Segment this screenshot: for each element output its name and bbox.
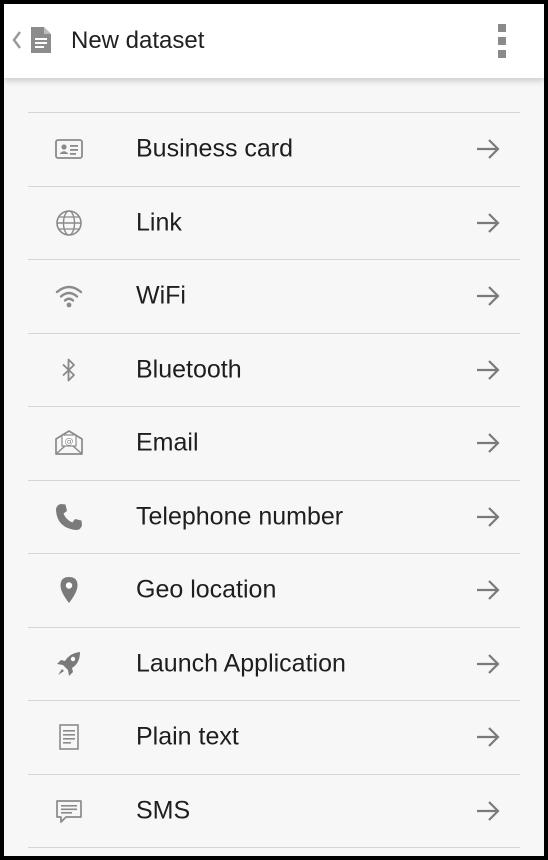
sms-icon (54, 796, 84, 826)
list-item-bluetooth[interactable]: Bluetooth (28, 334, 520, 407)
app-screen: New dataset Business card Link WiFi Blue… (4, 4, 544, 856)
arrow-right-icon (474, 576, 502, 604)
document-icon[interactable] (28, 25, 54, 55)
app-bar: New dataset (4, 4, 544, 78)
list-item-label: Geo location (136, 575, 277, 604)
list-item-label: SMS (136, 796, 191, 825)
arrow-right-icon (474, 209, 502, 237)
list-item-business-card[interactable]: Business card (28, 113, 520, 187)
list-item-launch-application[interactable]: Launch Application (28, 628, 520, 701)
arrow-right-icon (474, 650, 502, 678)
chevron-left-icon[interactable] (10, 28, 24, 52)
arrow-right-icon (474, 503, 502, 531)
list-item-telephone[interactable]: Telephone number (28, 481, 520, 554)
list-item-label: Bluetooth (136, 355, 242, 384)
overflow-menu-icon[interactable] (490, 22, 514, 60)
email-icon: @ (54, 428, 84, 458)
bluetooth-icon (54, 355, 84, 385)
list-item-email[interactable]: @ Email (28, 407, 520, 481)
list-item-label: Plain text (136, 722, 239, 751)
arrow-right-icon (474, 356, 502, 384)
list-item-label: Email (136, 428, 199, 457)
arrow-right-icon (474, 429, 502, 457)
list-item-label: Business card (136, 134, 294, 163)
list-item-plain-text[interactable]: Plain text (28, 701, 520, 775)
list-item-label: Telephone number (136, 502, 344, 531)
list-item-geo-location[interactable]: Geo location (28, 554, 520, 628)
arrow-right-icon (474, 797, 502, 825)
business-card-icon (54, 134, 84, 164)
plain-text-icon (54, 722, 84, 752)
list-item-label: Link (136, 208, 182, 237)
rocket-icon (54, 649, 84, 679)
list-item-wifi[interactable]: WiFi (28, 260, 520, 334)
phone-icon (54, 502, 84, 532)
arrow-right-icon (474, 282, 502, 310)
list-item-link[interactable]: Link (28, 187, 520, 260)
wifi-icon (54, 281, 84, 311)
arrow-right-icon (474, 135, 502, 163)
globe-icon (54, 208, 84, 238)
page-title: New dataset (71, 27, 205, 54)
dataset-type-list: Business card Link WiFi Bluetooth @ Emai… (28, 112, 520, 848)
arrow-right-icon (474, 723, 502, 751)
list-item-label: WiFi (136, 281, 186, 310)
list-item-label: Launch Application (136, 649, 346, 678)
svg-text:@: @ (65, 437, 74, 447)
location-pin-icon (54, 575, 84, 605)
list-item-sms[interactable]: SMS (28, 775, 520, 848)
